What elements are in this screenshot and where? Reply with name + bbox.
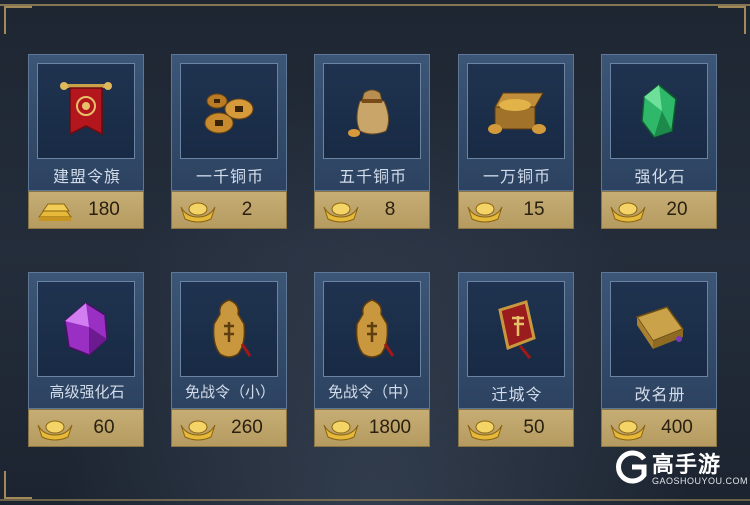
item-name: 高级强化石 (49, 383, 125, 401)
gold-ingot-icon (467, 202, 503, 223)
gaoshouyou-watermark: 高手游 GAOSHOUYOU.COM (614, 449, 748, 493)
shop-item-10000-copper[interactable]: 一万铜币 15 (458, 54, 574, 230)
price-bar[interactable]: 260 (171, 409, 287, 447)
copper-coins-icon (180, 63, 278, 159)
price-bar[interactable]: 400 (601, 409, 717, 447)
item-price: 260 (231, 417, 263, 438)
gold-ingot-icon (323, 420, 359, 441)
item-name: 一千铜币 (195, 167, 264, 186)
shop-item-1000-copper[interactable]: 一千铜币 2 (171, 54, 287, 230)
gold-bars-icon (38, 203, 72, 221)
item-name: 建盟令旗 (52, 167, 121, 186)
green-gem-icon (610, 63, 708, 159)
price-bar[interactable]: 1800 (314, 409, 430, 447)
price-bar[interactable]: 180 (28, 191, 144, 229)
shop-item-alliance-banner[interactable]: 建盟令旗 180 (28, 54, 144, 230)
price-bar[interactable]: 2 (171, 191, 287, 229)
frame-top-border (0, 4, 750, 6)
item-name: 免战令（小） (184, 383, 275, 401)
alliance-banner-icon (37, 63, 135, 159)
frame-bottom-border (0, 499, 750, 501)
item-name: 免战令（中） (327, 383, 418, 401)
gold-ingot-icon (323, 202, 359, 223)
gold-ingot-icon (610, 202, 646, 223)
shop-item-advanced-enhance-stone[interactable]: 高级强化石 60 (28, 272, 144, 448)
item-name: 五千铜币 (338, 167, 407, 186)
relocation-token-icon (467, 281, 565, 377)
treasure-chest-icon (467, 63, 565, 159)
shop-item-rename-book[interactable]: 改名册 400 (601, 272, 717, 448)
item-name: 改名册 (634, 385, 686, 404)
item-price: 8 (384, 199, 396, 220)
shop-item-truce-token-small[interactable]: 免战令（小） 260 (171, 272, 287, 448)
shop-item-enhance-stone[interactable]: 强化石 20 (601, 54, 717, 230)
shop-item-5000-copper[interactable]: 五千铜币 8 (314, 54, 430, 230)
truce-token-small-icon (180, 281, 278, 377)
item-name: 迁城令 (491, 385, 543, 404)
item-price: 20 (666, 199, 688, 220)
price-bar[interactable]: 60 (28, 409, 144, 447)
gaoshouyou-logo-icon (616, 450, 647, 484)
item-price: 1800 (368, 417, 412, 438)
item-name: 强化石 (634, 167, 686, 186)
price-bar[interactable]: 20 (601, 191, 717, 229)
purple-gem-icon (37, 281, 135, 377)
item-price: 2 (241, 199, 253, 220)
item-price: 15 (523, 199, 545, 220)
truce-token-medium-icon (323, 281, 421, 377)
item-price: 400 (661, 417, 693, 438)
price-bar[interactable]: 15 (458, 191, 574, 229)
coin-bag-icon (323, 63, 421, 159)
gold-ingot-icon (37, 420, 73, 441)
corner-ornament (718, 6, 746, 34)
item-name: 一万铜币 (482, 167, 551, 186)
item-price: 180 (88, 199, 120, 220)
item-price: 60 (93, 417, 115, 438)
gold-ingot-icon (180, 202, 216, 223)
gold-ingot-icon (467, 420, 503, 441)
price-bar[interactable]: 50 (458, 409, 574, 447)
item-price: 50 (523, 417, 545, 438)
corner-ornament (4, 6, 32, 34)
rename-book-icon (610, 281, 708, 377)
gold-ingot-icon (180, 420, 216, 441)
gold-ingot-icon (610, 420, 646, 441)
watermark-name: 高手游 (652, 453, 722, 478)
corner-ornament (4, 471, 32, 499)
watermark-url: GAOSHOUYOU.COM (652, 476, 749, 486)
shop-item-truce-token-medium[interactable]: 免战令（中） 1800 (314, 272, 430, 448)
shop-item-relocation-token[interactable]: 迁城令 50 (458, 272, 574, 448)
price-bar[interactable]: 8 (314, 191, 430, 229)
